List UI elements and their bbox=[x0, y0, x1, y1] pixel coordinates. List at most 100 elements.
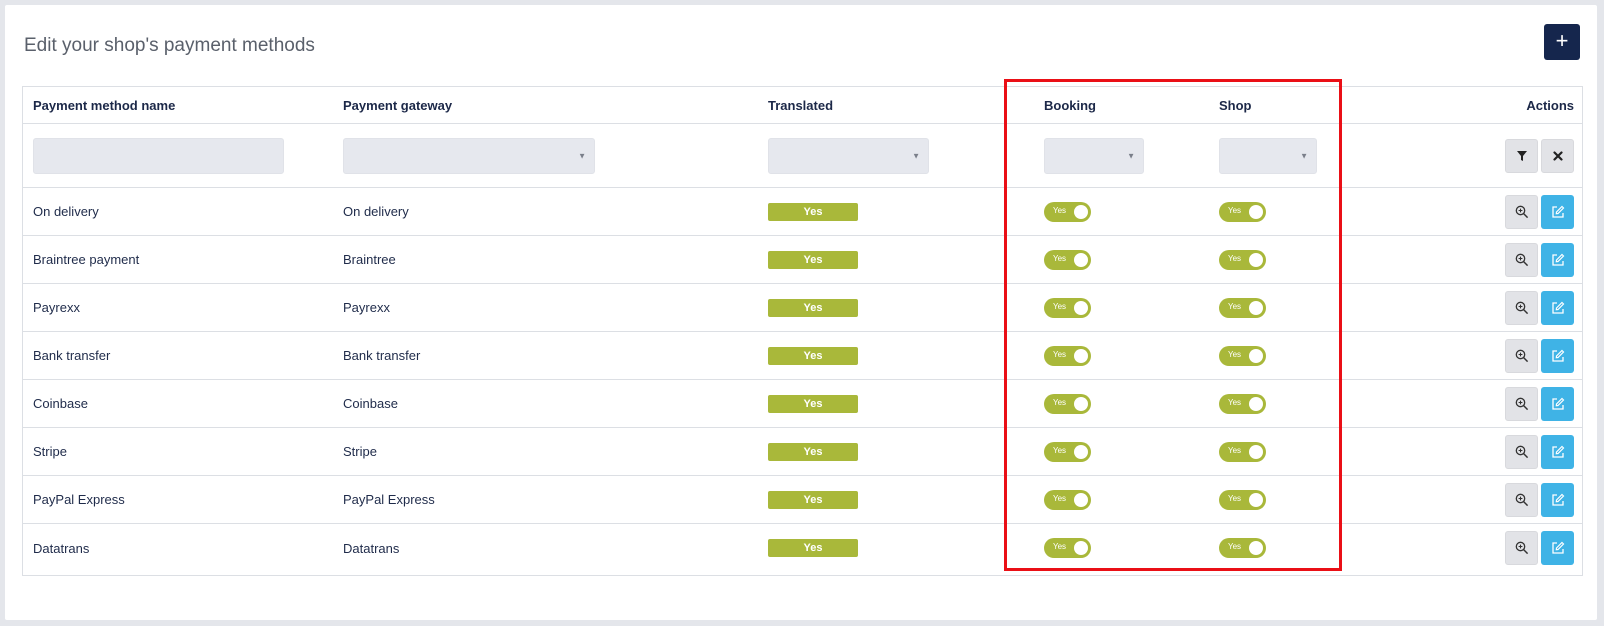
translated-badge: Yes bbox=[768, 490, 858, 509]
view-button[interactable] bbox=[1505, 531, 1538, 565]
payment-methods-table: Payment method name Payment gateway Tran… bbox=[22, 86, 1583, 576]
toggle-knob bbox=[1249, 348, 1263, 363]
edit-button[interactable] bbox=[1541, 242, 1574, 277]
shop-toggle[interactable]: Yes bbox=[1219, 538, 1266, 558]
shop-toggle[interactable]: Yes bbox=[1219, 393, 1266, 414]
edit-button[interactable] bbox=[1541, 338, 1574, 373]
toggle-label: Yes bbox=[1228, 349, 1242, 359]
filter-actions bbox=[1505, 138, 1574, 173]
booking-toggle[interactable]: Yes bbox=[1044, 345, 1091, 366]
edit-button[interactable] bbox=[1541, 386, 1574, 421]
shop-toggle[interactable]: Yes bbox=[1219, 441, 1266, 462]
close-icon bbox=[1552, 150, 1563, 161]
shop-toggle[interactable]: Yes bbox=[1219, 489, 1266, 510]
toggle-knob bbox=[1074, 492, 1088, 507]
shop-toggle[interactable]: Yes bbox=[1219, 297, 1266, 318]
table-row: Coinbase Coinbase Yes Yes Yes bbox=[23, 380, 1582, 428]
payment-method-name: PayPal Express bbox=[33, 492, 125, 507]
toggle-label: Yes bbox=[1228, 301, 1242, 311]
edit-button[interactable] bbox=[1541, 194, 1574, 229]
edit-button[interactable] bbox=[1541, 482, 1574, 517]
table-row: Stripe Stripe Yes Yes Yes bbox=[23, 428, 1582, 476]
translated-badge: Yes bbox=[768, 442, 858, 461]
translated-badge: Yes bbox=[768, 539, 858, 557]
toggle-label: Yes bbox=[1053, 397, 1067, 407]
table-header-row: Payment method name Payment gateway Tran… bbox=[23, 87, 1582, 124]
caret-down-icon: ▼ bbox=[912, 151, 920, 160]
toggle-knob bbox=[1249, 492, 1263, 507]
gateway-filter-select[interactable]: ▼ bbox=[343, 137, 595, 174]
toggle-knob bbox=[1074, 444, 1088, 459]
edit-button[interactable] bbox=[1541, 290, 1574, 325]
shop-toggle[interactable]: Yes bbox=[1219, 201, 1266, 222]
edit-icon bbox=[1551, 493, 1564, 506]
zoom-in-icon bbox=[1515, 205, 1528, 218]
view-button[interactable] bbox=[1505, 242, 1538, 277]
column-header-booking[interactable]: Booking bbox=[1044, 87, 1096, 123]
booking-toggle[interactable]: Yes bbox=[1044, 393, 1091, 414]
view-button[interactable] bbox=[1505, 434, 1538, 469]
toggle-label: Yes bbox=[1053, 493, 1067, 503]
apply-filter-button[interactable] bbox=[1505, 138, 1538, 173]
translated-badge: Yes bbox=[768, 250, 858, 269]
edit-button[interactable] bbox=[1541, 531, 1574, 565]
table-row: On delivery On delivery Yes Yes Yes bbox=[23, 188, 1582, 236]
column-header-name[interactable]: Payment method name bbox=[33, 87, 175, 123]
toggle-label: Yes bbox=[1053, 349, 1067, 359]
zoom-in-icon bbox=[1515, 445, 1528, 458]
add-payment-method-button[interactable]: + bbox=[1544, 24, 1580, 60]
shop-toggle[interactable]: Yes bbox=[1219, 345, 1266, 366]
payment-gateway: Payrexx bbox=[343, 300, 390, 315]
translated-badge: Yes bbox=[768, 202, 858, 221]
table-row: PayPal Express PayPal Express Yes Yes Ye… bbox=[23, 476, 1582, 524]
view-button[interactable] bbox=[1505, 194, 1538, 229]
zoom-in-icon bbox=[1515, 349, 1528, 362]
column-header-translated[interactable]: Translated bbox=[768, 87, 833, 123]
shop-filter-select[interactable]: ▼ bbox=[1219, 137, 1317, 174]
booking-toggle[interactable]: Yes bbox=[1044, 441, 1091, 462]
booking-toggle[interactable]: Yes bbox=[1044, 489, 1091, 510]
name-filter-input[interactable] bbox=[33, 137, 284, 174]
booking-toggle[interactable]: Yes bbox=[1044, 297, 1091, 318]
toggle-knob bbox=[1074, 396, 1088, 411]
payment-gateway: Coinbase bbox=[343, 396, 398, 411]
toggle-knob bbox=[1074, 300, 1088, 315]
table-filter-row: ▼ ▼ ▼ ▼ bbox=[23, 124, 1582, 188]
payment-method-name: Bank transfer bbox=[33, 348, 111, 363]
caret-down-icon: ▼ bbox=[1300, 151, 1308, 160]
column-header-shop[interactable]: Shop bbox=[1219, 87, 1252, 123]
table-row: Datatrans Datatrans Yes Yes Yes bbox=[23, 524, 1582, 572]
toggle-knob bbox=[1249, 444, 1263, 459]
translated-badge: Yes bbox=[768, 346, 858, 365]
clear-filter-button[interactable] bbox=[1541, 138, 1574, 173]
view-button[interactable] bbox=[1505, 290, 1538, 325]
payment-gateway: Bank transfer bbox=[343, 348, 421, 363]
toggle-knob bbox=[1074, 348, 1088, 363]
shop-toggle[interactable]: Yes bbox=[1219, 249, 1266, 270]
column-header-gateway[interactable]: Payment gateway bbox=[343, 87, 452, 123]
booking-toggle[interactable]: Yes bbox=[1044, 538, 1091, 558]
payment-gateway: Datatrans bbox=[343, 540, 400, 556]
translated-filter-select[interactable]: ▼ bbox=[768, 137, 929, 174]
zoom-in-icon bbox=[1515, 541, 1528, 555]
edit-icon bbox=[1551, 541, 1564, 554]
view-button[interactable] bbox=[1505, 482, 1538, 517]
toggle-label: Yes bbox=[1228, 493, 1242, 503]
booking-filter-select[interactable]: ▼ bbox=[1044, 137, 1144, 174]
view-button[interactable] bbox=[1505, 338, 1538, 373]
booking-toggle[interactable]: Yes bbox=[1044, 249, 1091, 270]
payment-method-name: Stripe bbox=[33, 444, 67, 459]
toggle-knob bbox=[1074, 252, 1088, 267]
translated-badge: Yes bbox=[768, 394, 858, 413]
toggle-knob bbox=[1249, 204, 1263, 219]
booking-toggle[interactable]: Yes bbox=[1044, 201, 1091, 222]
payment-method-name: On delivery bbox=[33, 204, 99, 219]
toggle-knob bbox=[1249, 396, 1263, 411]
payment-method-name: Payrexx bbox=[33, 300, 80, 315]
edit-icon bbox=[1551, 301, 1564, 314]
zoom-in-icon bbox=[1515, 493, 1528, 506]
caret-down-icon: ▼ bbox=[578, 151, 586, 160]
view-button[interactable] bbox=[1505, 386, 1538, 421]
payment-methods-panel: Edit your shop's payment methods + Payme… bbox=[5, 5, 1597, 620]
edit-button[interactable] bbox=[1541, 434, 1574, 469]
